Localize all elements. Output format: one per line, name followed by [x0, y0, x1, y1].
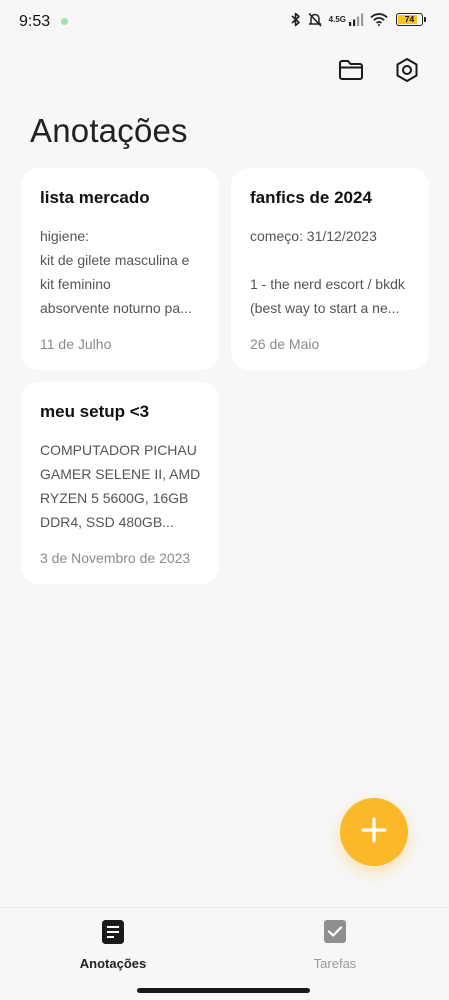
add-note-button[interactable] — [340, 798, 408, 866]
network-type-label: 4.5G — [328, 14, 346, 24]
silent-bell-icon — [307, 12, 323, 27]
note-title: lista mercado — [40, 188, 150, 207]
settings-icon — [394, 57, 420, 88]
note-preview-line: absorvente noturno pa... — [40, 300, 192, 316]
note-preview-line: higiene: — [40, 228, 90, 244]
note-preview: começo: 31/12/2023 1 - the nerd escort /… — [250, 224, 411, 320]
note-preview-line — [250, 248, 411, 272]
note-preview-line: kit feminino — [40, 276, 111, 292]
note-preview-line: começo: 31/12/2023 — [250, 228, 377, 244]
note-title: fanfics de 2024 — [250, 188, 372, 207]
bottom-navigation: Anotações Tarefas — [0, 907, 449, 1000]
tab-notes-label: Anotações — [79, 956, 147, 971]
tab-tasks-label: Tarefas — [313, 956, 357, 971]
wifi-icon — [370, 13, 388, 26]
note-preview-line: 1 - the nerd escort / bkdk — [250, 276, 405, 292]
tab-tasks[interactable]: Tarefas — [275, 920, 395, 971]
note-preview-line: RYZEN 5 5600G, 16GB — [40, 490, 189, 506]
checkbox-icon — [323, 920, 347, 949]
note-date: 26 de Maio — [250, 336, 320, 352]
home-indicator[interactable] — [137, 988, 310, 993]
plus-icon — [360, 816, 388, 849]
folder-icon — [338, 59, 364, 86]
note-preview-line: DDR4, SSD 480GB... — [40, 514, 174, 530]
note-preview: higiene: kit de gilete masculina e kit f… — [40, 224, 201, 320]
tab-notes[interactable]: Anotações — [53, 920, 173, 971]
notification-dot-icon — [61, 18, 68, 25]
note-card-fanfics-2024[interactable]: fanfics de 2024 começo: 31/12/2023 1 - t… — [231, 168, 429, 370]
status-time: 9:53 — [19, 13, 51, 30]
cell-signal-icon — [349, 13, 364, 26]
notes-app-screen: 9:53 4.5G 74 Anotações lista mercado hig… — [0, 0, 449, 1000]
battery-icon: 74 — [396, 13, 426, 26]
note-icon — [101, 920, 125, 949]
settings-button[interactable] — [392, 57, 422, 87]
status-bar: 9:53 4.5G 74 — [0, 0, 449, 44]
bluetooth-icon — [291, 12, 301, 27]
note-date: 11 de Julho — [40, 336, 112, 352]
note-date: 3 de Novembro de 2023 — [40, 550, 191, 566]
note-preview: COMPUTADOR PICHAU GAMER SELENE II, AMD R… — [40, 438, 201, 534]
note-preview-line: (best way to start a ne... — [250, 300, 400, 316]
note-card-meu-setup[interactable]: meu setup <3 COMPUTADOR PICHAU GAMER SEL… — [21, 382, 219, 584]
folder-button[interactable] — [336, 57, 366, 87]
note-preview-line: COMPUTADOR PICHAU — [40, 442, 197, 458]
note-title: meu setup <3 — [40, 402, 150, 421]
note-preview-line: kit de gilete masculina e — [40, 252, 190, 268]
status-icons: 4.5G 74 — [291, 12, 426, 27]
battery-percentage: 74 — [404, 14, 415, 24]
note-preview-line: GAMER SELENE II, AMD — [40, 466, 201, 482]
note-card-lista-mercado[interactable]: lista mercado higiene: kit de gilete mas… — [21, 168, 219, 370]
page-title: Anotações — [30, 112, 188, 149]
